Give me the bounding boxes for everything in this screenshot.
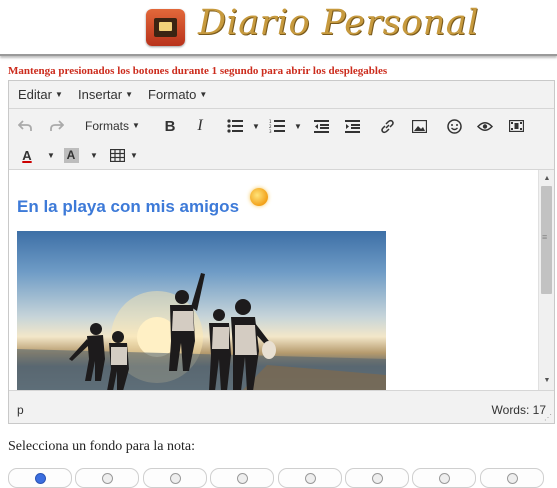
note-heading: En la playa con mis amigos bbox=[17, 197, 240, 216]
menubar: Editar ▼ Insertar ▼ Formato ▼ bbox=[9, 81, 554, 109]
background-radio[interactable] bbox=[169, 473, 181, 484]
background-radio[interactable] bbox=[439, 473, 451, 484]
background-radio[interactable] bbox=[237, 473, 249, 484]
background-option[interactable] bbox=[412, 468, 477, 488]
background-option[interactable] bbox=[210, 468, 275, 488]
scroll-thumb[interactable] bbox=[541, 186, 552, 294]
media-icon[interactable] bbox=[504, 114, 528, 138]
sun-emoticon-icon bbox=[250, 188, 268, 206]
background-radio[interactable] bbox=[304, 473, 316, 484]
menu-insertar[interactable]: Insertar ▼ bbox=[78, 87, 133, 102]
word-count: Words: 17 bbox=[491, 403, 546, 417]
indent-icon[interactable] bbox=[340, 114, 364, 138]
table-caret-icon[interactable]: ▼ bbox=[122, 143, 146, 167]
app-title: Diario Personal bbox=[198, 3, 479, 43]
menu-editar[interactable]: Editar ▼ bbox=[18, 87, 63, 102]
hint-text: Mantenga presionados los botones durante… bbox=[8, 65, 388, 77]
background-color-button[interactable]: A bbox=[59, 143, 83, 167]
background-option[interactable] bbox=[345, 468, 409, 488]
link-icon[interactable] bbox=[375, 114, 399, 138]
background-color-caret-icon[interactable]: ▼ bbox=[82, 143, 106, 167]
caret-down-icon: ▼ bbox=[54, 90, 63, 99]
background-picker-label: Selecciona un fondo para la nota: bbox=[8, 439, 195, 454]
app-header: Diario Personal bbox=[0, 0, 557, 56]
element-path[interactable]: p bbox=[17, 403, 24, 417]
background-radio[interactable] bbox=[372, 473, 383, 484]
menu-formato[interactable]: Formato ▼ bbox=[148, 87, 207, 102]
numbered-list-caret-icon[interactable]: ▼ bbox=[286, 114, 310, 138]
bold-button[interactable]: B bbox=[158, 114, 182, 138]
background-option[interactable] bbox=[142, 468, 207, 488]
background-radio[interactable] bbox=[35, 473, 46, 484]
emoticon-icon[interactable] bbox=[442, 114, 466, 138]
outdent-icon[interactable] bbox=[309, 114, 333, 138]
editor-scrollbar[interactable]: ▲ ▼ bbox=[538, 170, 554, 390]
caret-down-icon: ▼ bbox=[132, 121, 140, 130]
resize-handle-icon[interactable]: ⋰ bbox=[544, 413, 552, 422]
background-option[interactable] bbox=[75, 468, 140, 488]
caret-down-icon: ▼ bbox=[199, 90, 208, 99]
undo-icon[interactable] bbox=[13, 114, 37, 138]
diary-book-icon bbox=[146, 9, 185, 46]
redo-icon[interactable] bbox=[45, 114, 69, 138]
background-radio[interactable] bbox=[506, 473, 518, 484]
background-option[interactable] bbox=[8, 468, 72, 488]
toolbar: Formats ▼ B I ▼ 123 ▼ A ▼ A ▼ ▼ bbox=[9, 110, 554, 170]
statusbar: p Words: 17 ⋰ bbox=[9, 390, 554, 424]
rich-text-editor: Editar ▼ Insertar ▼ Formato ▼ Formats ▼ B I … bbox=[8, 80, 555, 424]
caret-down-icon: ▼ bbox=[125, 90, 133, 99]
svg-text:3: 3 bbox=[269, 129, 272, 133]
background-radio[interactable] bbox=[102, 473, 114, 484]
preview-eye-icon[interactable] bbox=[473, 114, 497, 138]
scroll-up-arrow-icon[interactable]: ▲ bbox=[539, 172, 554, 186]
font-color-button[interactable]: A bbox=[15, 143, 39, 167]
image-icon[interactable] bbox=[407, 114, 431, 138]
editor-content[interactable]: En la playa con mis amigos ▲ ≡ ▼ bbox=[9, 170, 554, 390]
italic-button[interactable]: I bbox=[188, 114, 212, 138]
formats-dropdown[interactable]: Formats ▼ bbox=[85, 119, 140, 133]
scroll-down-arrow-icon[interactable]: ▼ bbox=[539, 374, 554, 388]
beach-friends-photo bbox=[17, 231, 386, 390]
background-option[interactable] bbox=[479, 468, 544, 488]
background-option[interactable] bbox=[277, 468, 342, 488]
